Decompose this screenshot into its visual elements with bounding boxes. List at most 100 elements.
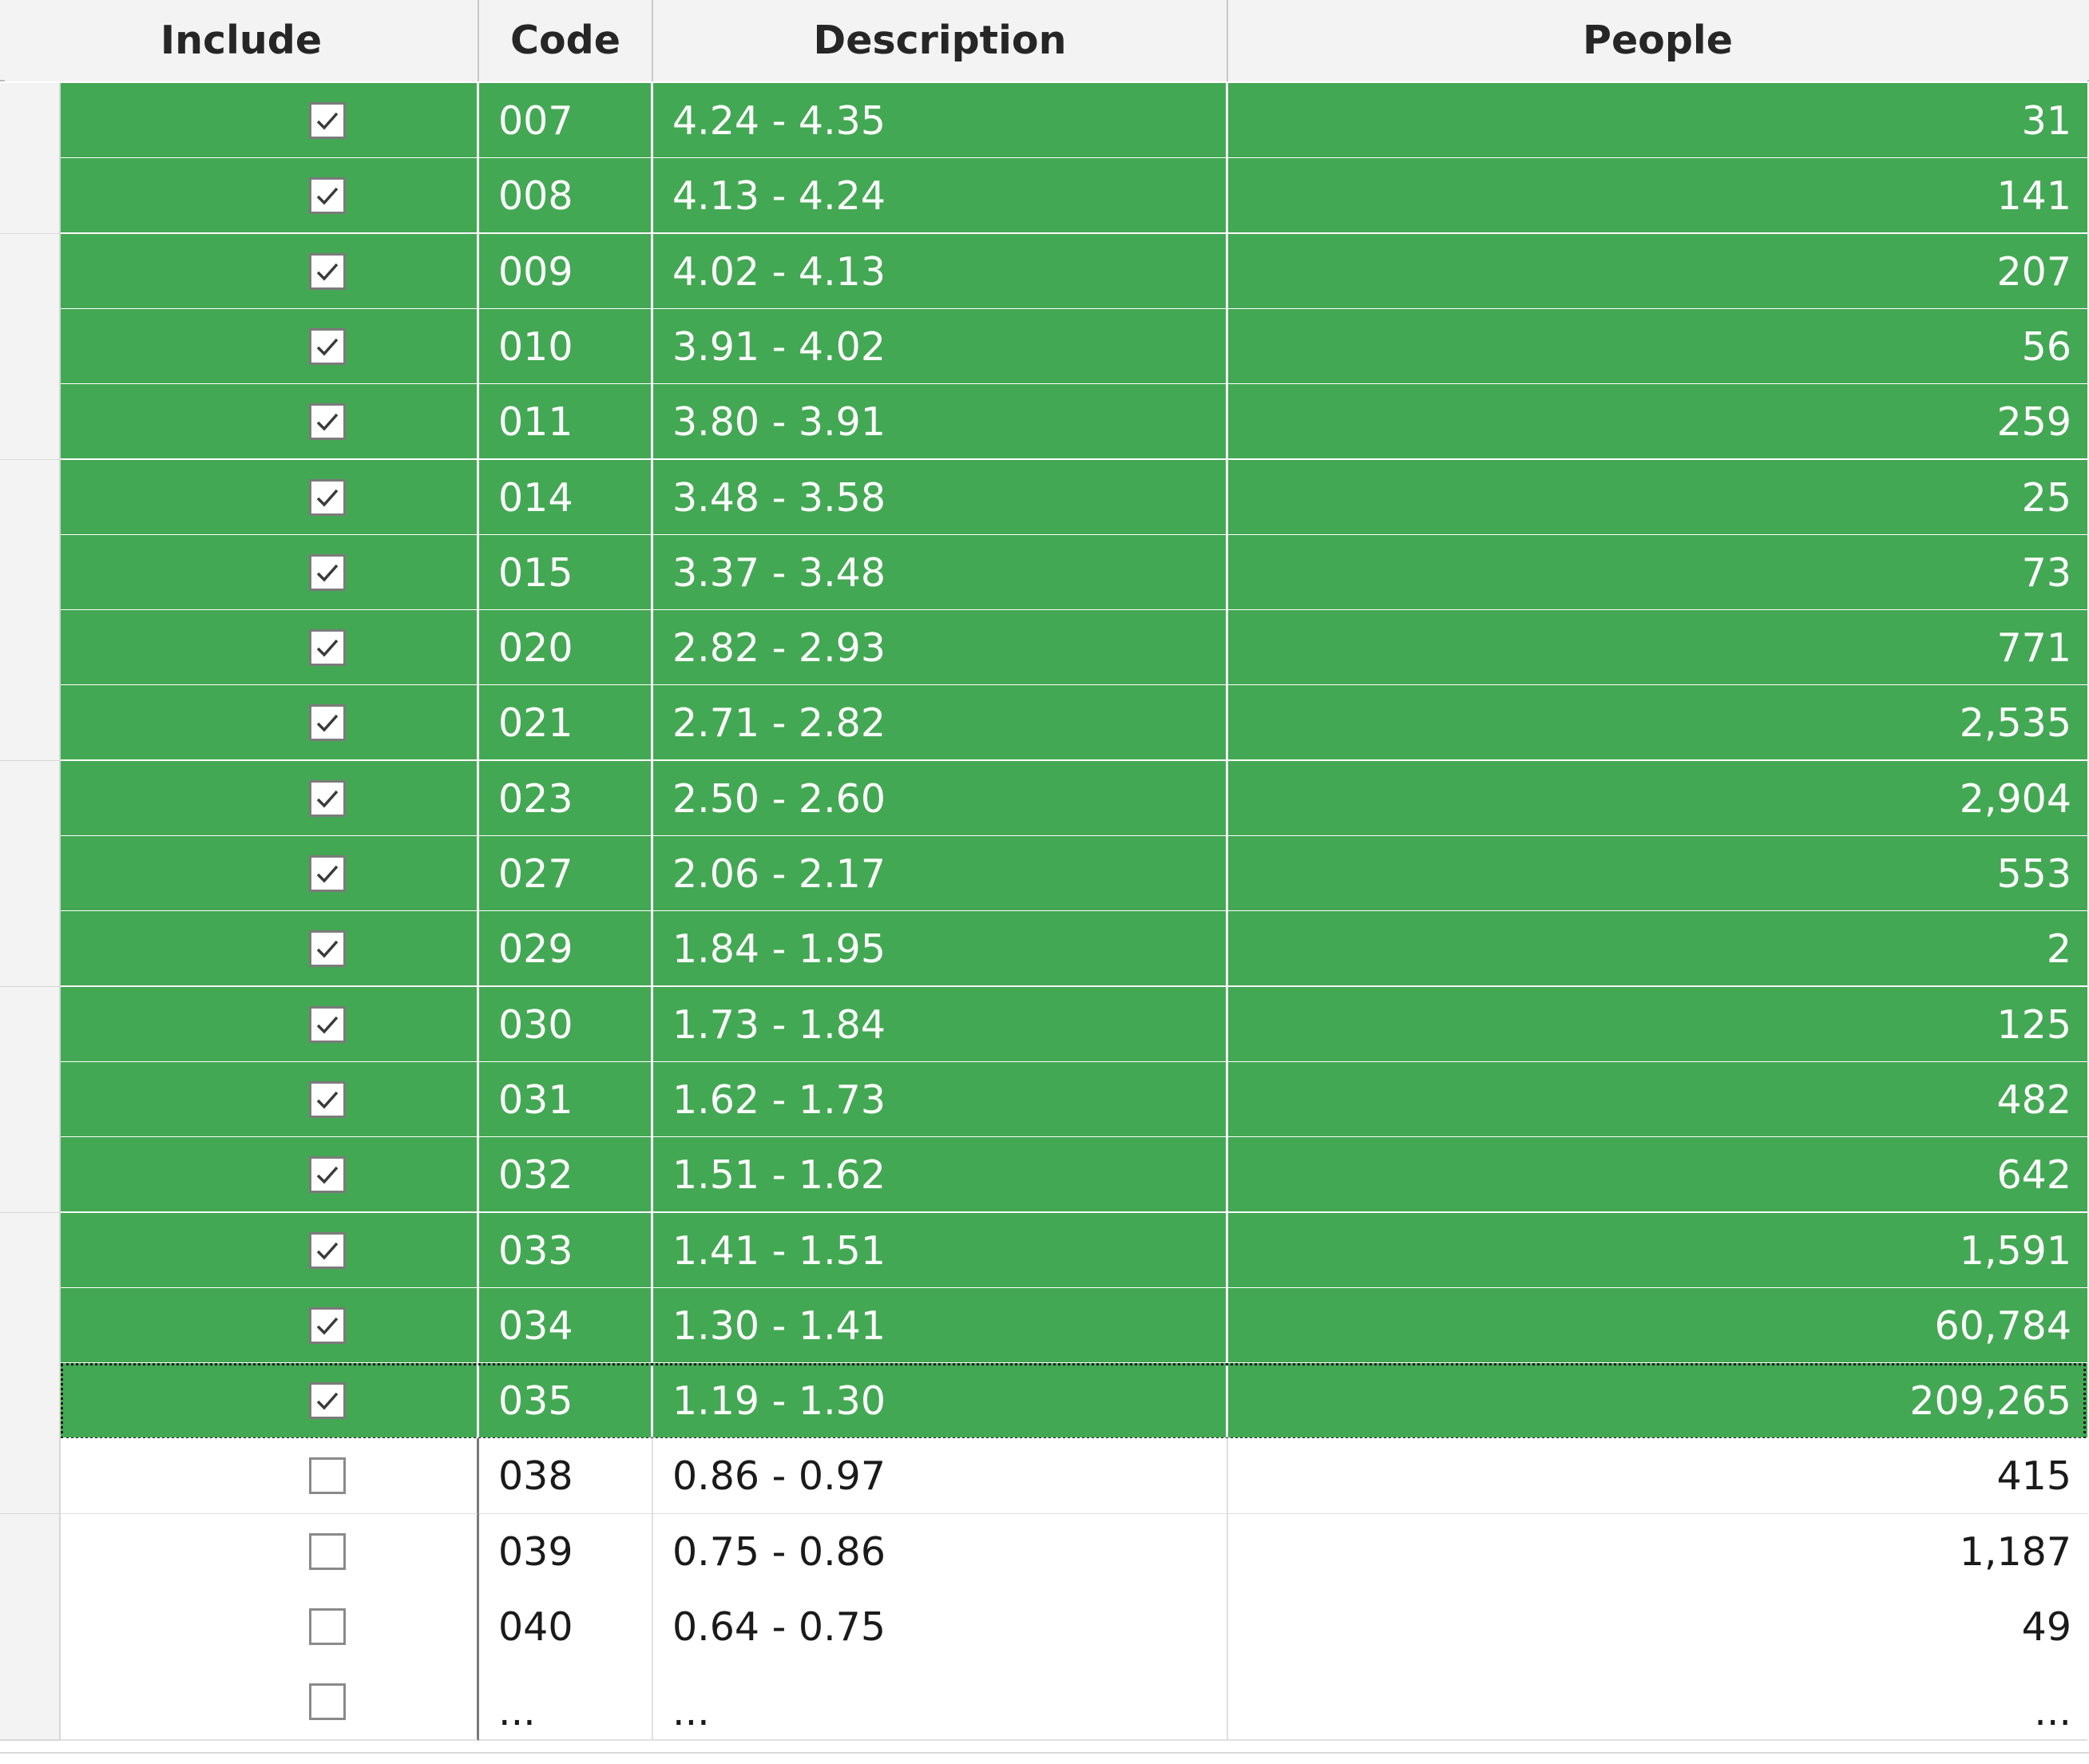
description-cell[interactable]: 1.30 - 1.41 (653, 1288, 1228, 1365)
people-cell[interactable]: 2,904 (1228, 761, 2087, 838)
description-cell[interactable]: 1.84 - 1.95 (653, 911, 1228, 988)
code-cell[interactable]: 010 (479, 309, 653, 386)
include-checkbox-checked[interactable] (309, 1006, 346, 1043)
people-cell[interactable]: 482 (1228, 1062, 2087, 1139)
people-cell[interactable]: 25 (1228, 460, 2087, 537)
code-cell[interactable]: 029 (479, 911, 653, 988)
table-row[interactable]: 008 4.13 - 4.24 141 (0, 158, 2089, 235)
description-cell[interactable]: ... (653, 1664, 1228, 1741)
table-row[interactable]: 014 3.48 - 3.58 25 (0, 460, 2089, 537)
code-cell[interactable]: 040 (479, 1589, 653, 1666)
row-header[interactable] (0, 685, 61, 762)
include-checkbox-unchecked[interactable] (309, 1683, 346, 1720)
include-checkbox-checked[interactable] (309, 780, 346, 817)
include-checkbox-checked[interactable] (309, 1232, 346, 1269)
include-cell[interactable] (61, 987, 479, 1064)
table-row[interactable]: 033 1.41 - 1.51 1,591 (0, 1213, 2089, 1290)
row-header[interactable] (0, 460, 61, 537)
table-row[interactable]: 010 3.91 - 4.02 56 (0, 309, 2089, 386)
include-cell[interactable] (61, 1664, 479, 1741)
include-cell[interactable] (61, 1062, 479, 1139)
code-cell[interactable]: 020 (479, 610, 653, 687)
description-cell[interactable]: 3.80 - 3.91 (653, 384, 1228, 461)
column-header-people[interactable]: People (1228, 0, 2087, 81)
row-header[interactable] (0, 384, 61, 461)
table-row[interactable]: 011 3.80 - 3.91 259 (0, 384, 2089, 461)
include-checkbox-checked[interactable] (309, 177, 346, 214)
row-header[interactable] (0, 234, 61, 311)
table-row[interactable]: ......... (0, 1664, 2089, 1741)
include-checkbox-checked[interactable] (309, 102, 346, 139)
description-cell[interactable]: 1.62 - 1.73 (653, 1062, 1228, 1139)
people-cell[interactable]: 771 (1228, 610, 2087, 687)
code-cell[interactable]: 032 (479, 1137, 653, 1214)
code-cell[interactable]: 035 (479, 1363, 653, 1440)
description-cell[interactable]: 2.82 - 2.93 (653, 610, 1228, 687)
code-cell[interactable]: 023 (479, 761, 653, 838)
code-cell[interactable]: 011 (479, 384, 653, 461)
description-cell[interactable]: 2.71 - 2.82 (653, 685, 1228, 762)
include-checkbox-unchecked[interactable] (309, 1533, 346, 1570)
code-cell[interactable]: 009 (479, 234, 653, 311)
include-checkbox-checked[interactable] (309, 1081, 346, 1118)
row-header[interactable] (0, 761, 61, 838)
code-cell[interactable]: 030 (479, 987, 653, 1064)
description-cell[interactable]: 0.86 - 0.97 (653, 1438, 1228, 1515)
description-cell[interactable]: 4.13 - 4.24 (653, 158, 1228, 235)
people-cell[interactable]: 642 (1228, 1137, 2087, 1214)
include-cell[interactable] (61, 535, 479, 612)
include-checkbox-checked[interactable] (309, 930, 346, 967)
people-cell[interactable]: 73 (1228, 535, 2087, 612)
include-cell[interactable] (61, 309, 479, 386)
include-cell[interactable] (61, 836, 479, 913)
people-cell[interactable]: 56 (1228, 309, 2087, 386)
description-cell[interactable]: 0.64 - 0.75 (653, 1589, 1228, 1666)
people-cell[interactable]: 415 (1228, 1438, 2087, 1515)
column-header-description[interactable]: Description (653, 0, 1228, 81)
table-row[interactable]: 030 1.73 - 1.84 125 (0, 987, 2089, 1064)
include-checkbox-checked[interactable] (309, 328, 346, 365)
include-checkbox-checked[interactable] (309, 1382, 346, 1419)
include-cell[interactable] (61, 1589, 479, 1666)
row-header[interactable] (0, 309, 61, 386)
people-cell[interactable]: 259 (1228, 384, 2087, 461)
row-header[interactable] (0, 535, 61, 612)
people-cell[interactable]: 49 (1228, 1589, 2087, 1666)
column-header-include[interactable]: Include (5, 0, 479, 81)
table-row[interactable]: 031 1.62 - 1.73 482 (0, 1062, 2089, 1139)
include-checkbox-checked[interactable] (309, 403, 346, 440)
code-cell[interactable]: 014 (479, 460, 653, 537)
include-cell[interactable] (61, 1363, 479, 1440)
code-cell[interactable]: 033 (479, 1213, 653, 1290)
row-header[interactable] (0, 836, 61, 913)
row-header[interactable] (0, 1438, 61, 1515)
table-row[interactable]: 027 2.06 - 2.17 553 (0, 836, 2089, 913)
description-cell[interactable]: 1.41 - 1.51 (653, 1213, 1228, 1290)
row-header[interactable] (0, 610, 61, 687)
include-cell[interactable] (61, 761, 479, 838)
code-cell[interactable]: 031 (479, 1062, 653, 1139)
description-cell[interactable]: 3.37 - 3.48 (653, 535, 1228, 612)
table-row[interactable]: 029 1.84 - 1.95 2 (0, 911, 2089, 988)
row-header[interactable] (0, 1664, 61, 1741)
description-cell[interactable]: 4.24 - 4.35 (653, 83, 1228, 160)
include-cell[interactable] (61, 158, 479, 235)
people-cell[interactable]: 2,535 (1228, 685, 2087, 762)
include-cell[interactable] (61, 83, 479, 160)
code-cell[interactable]: 027 (479, 836, 653, 913)
include-cell[interactable] (61, 1514, 479, 1591)
code-cell[interactable]: 034 (479, 1288, 653, 1365)
table-row[interactable]: 023 2.50 - 2.60 2,904 (0, 761, 2089, 838)
code-cell[interactable]: ... (479, 1664, 653, 1741)
table-row[interactable]: 038 0.86 - 0.97 415 (0, 1438, 2089, 1515)
code-cell[interactable]: 007 (479, 83, 653, 160)
table-row[interactable]: 040 0.64 - 0.75 49 (0, 1589, 2089, 1666)
include-checkbox-checked[interactable] (309, 629, 346, 666)
include-cell[interactable] (61, 1438, 479, 1515)
people-cell[interactable]: 141 (1228, 158, 2087, 235)
table-row[interactable]: 039 0.75 - 0.86 1,187 (0, 1514, 2089, 1591)
include-checkbox-checked[interactable] (309, 554, 346, 591)
description-cell[interactable]: 1.19 - 1.30 (653, 1363, 1228, 1440)
row-header[interactable] (0, 158, 61, 235)
row-header[interactable] (0, 1589, 61, 1666)
